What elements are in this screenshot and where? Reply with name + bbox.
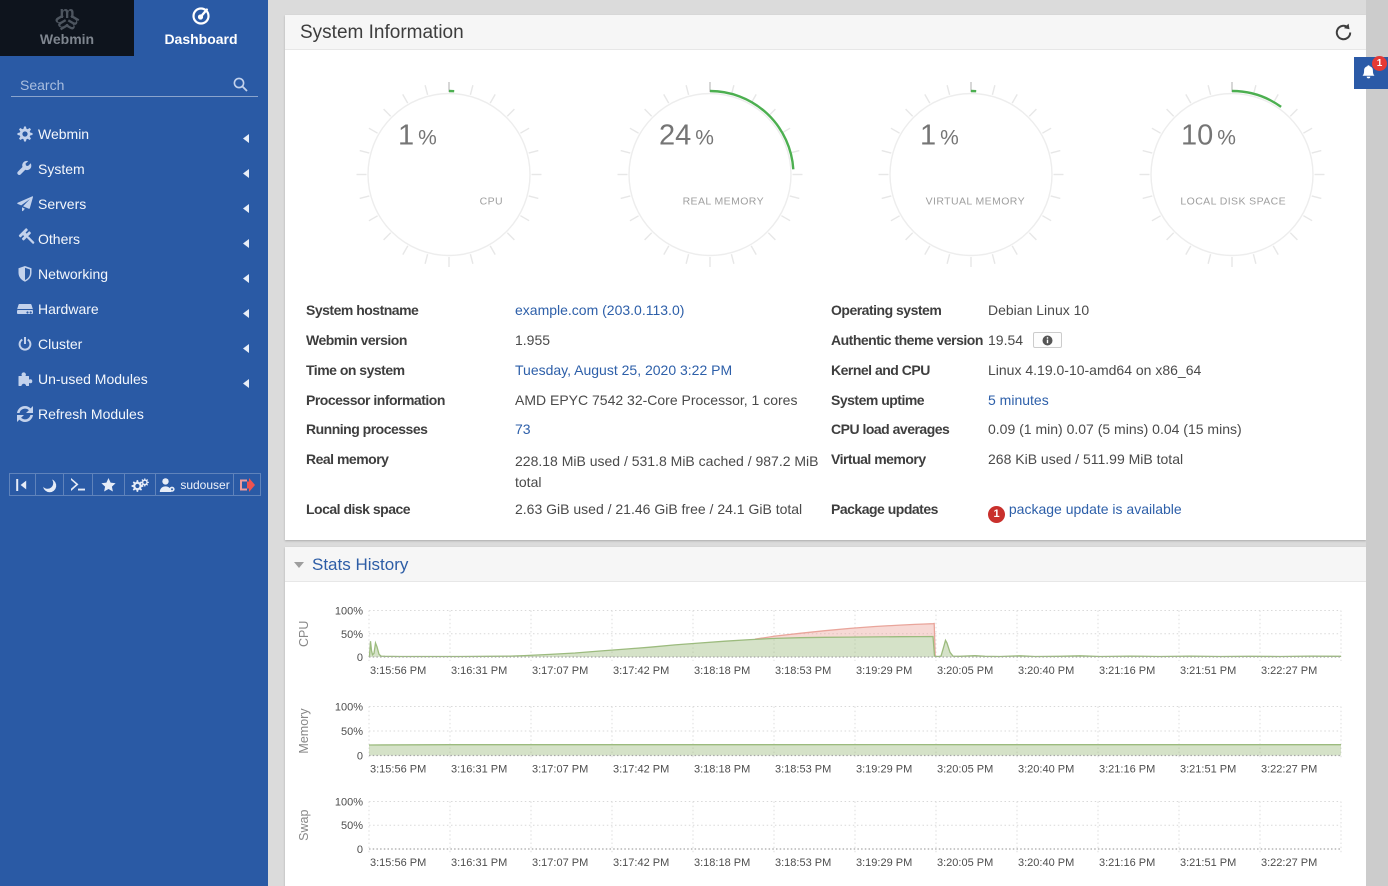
svg-text:3:18:18 PM: 3:18:18 PM xyxy=(694,857,750,869)
svg-text:1%: 1% xyxy=(920,120,959,152)
svg-text:3:17:42 PM: 3:17:42 PM xyxy=(613,857,669,869)
svg-text:3:22:27 PM: 3:22:27 PM xyxy=(1261,665,1317,677)
svg-text:3:21:51 PM: 3:21:51 PM xyxy=(1180,857,1236,869)
svg-text:100%: 100% xyxy=(335,606,363,618)
svg-text:3:20:40 PM: 3:20:40 PM xyxy=(1018,764,1074,776)
svg-text:REAL MEMORY: REAL MEMORY xyxy=(683,196,764,208)
svg-text:3:21:16 PM: 3:21:16 PM xyxy=(1099,764,1155,776)
svg-text:3:21:51 PM: 3:21:51 PM xyxy=(1180,764,1236,776)
svg-text:VIRTUAL MEMORY: VIRTUAL MEMORY xyxy=(926,196,1025,208)
svg-text:0: 0 xyxy=(357,751,363,763)
svg-text:3:21:16 PM: 3:21:16 PM xyxy=(1099,857,1155,869)
svg-text:CPU: CPU xyxy=(480,196,503,208)
svg-text:3:18:53 PM: 3:18:53 PM xyxy=(775,857,831,869)
svg-text:3:15:56 PM: 3:15:56 PM xyxy=(370,764,426,776)
svg-text:Swap: Swap xyxy=(297,810,311,841)
svg-text:3:22:27 PM: 3:22:27 PM xyxy=(1261,764,1317,776)
svg-text:CPU: CPU xyxy=(297,621,311,647)
svg-text:3:20:40 PM: 3:20:40 PM xyxy=(1018,857,1074,869)
svg-text:3:16:31 PM: 3:16:31 PM xyxy=(451,857,507,869)
svg-text:10%: 10% xyxy=(1181,120,1236,152)
svg-text:3:20:40 PM: 3:20:40 PM xyxy=(1018,665,1074,677)
svg-text:3:17:07 PM: 3:17:07 PM xyxy=(532,665,588,677)
svg-text:3:18:18 PM: 3:18:18 PM xyxy=(694,665,750,677)
svg-text:1%: 1% xyxy=(398,120,437,152)
svg-text:3:19:29 PM: 3:19:29 PM xyxy=(856,764,912,776)
svg-text:3:19:29 PM: 3:19:29 PM xyxy=(856,665,912,677)
svg-text:3:16:31 PM: 3:16:31 PM xyxy=(451,665,507,677)
svg-text:100%: 100% xyxy=(335,797,363,809)
svg-text:3:20:05 PM: 3:20:05 PM xyxy=(937,764,993,776)
svg-text:3:21:51 PM: 3:21:51 PM xyxy=(1180,665,1236,677)
svg-text:3:19:29 PM: 3:19:29 PM xyxy=(856,857,912,869)
svg-text:0: 0 xyxy=(357,652,363,664)
svg-text:3:17:07 PM: 3:17:07 PM xyxy=(532,764,588,776)
svg-text:3:18:53 PM: 3:18:53 PM xyxy=(775,764,831,776)
svg-text:3:18:53 PM: 3:18:53 PM xyxy=(775,665,831,677)
svg-text:3:16:31 PM: 3:16:31 PM xyxy=(451,764,507,776)
svg-text:3:15:56 PM: 3:15:56 PM xyxy=(370,857,426,869)
svg-text:3:22:27 PM: 3:22:27 PM xyxy=(1261,857,1317,869)
svg-text:3:17:07 PM: 3:17:07 PM xyxy=(532,857,588,869)
svg-text:Memory: Memory xyxy=(297,708,311,754)
svg-text:3:17:42 PM: 3:17:42 PM xyxy=(613,665,669,677)
svg-text:3:18:18 PM: 3:18:18 PM xyxy=(694,764,750,776)
svg-text:3:15:56 PM: 3:15:56 PM xyxy=(370,665,426,677)
svg-text:3:17:42 PM: 3:17:42 PM xyxy=(613,764,669,776)
svg-text:LOCAL DISK SPACE: LOCAL DISK SPACE xyxy=(1180,196,1286,208)
svg-text:3:20:05 PM: 3:20:05 PM xyxy=(937,857,993,869)
svg-text:50%: 50% xyxy=(341,820,363,832)
svg-text:3:21:16 PM: 3:21:16 PM xyxy=(1099,665,1155,677)
svg-text:50%: 50% xyxy=(341,629,363,641)
svg-text:50%: 50% xyxy=(341,726,363,738)
svg-text:0: 0 xyxy=(357,844,363,856)
svg-text:24%: 24% xyxy=(659,120,714,152)
svg-text:3:20:05 PM: 3:20:05 PM xyxy=(937,665,993,677)
svg-text:100%: 100% xyxy=(335,702,363,714)
